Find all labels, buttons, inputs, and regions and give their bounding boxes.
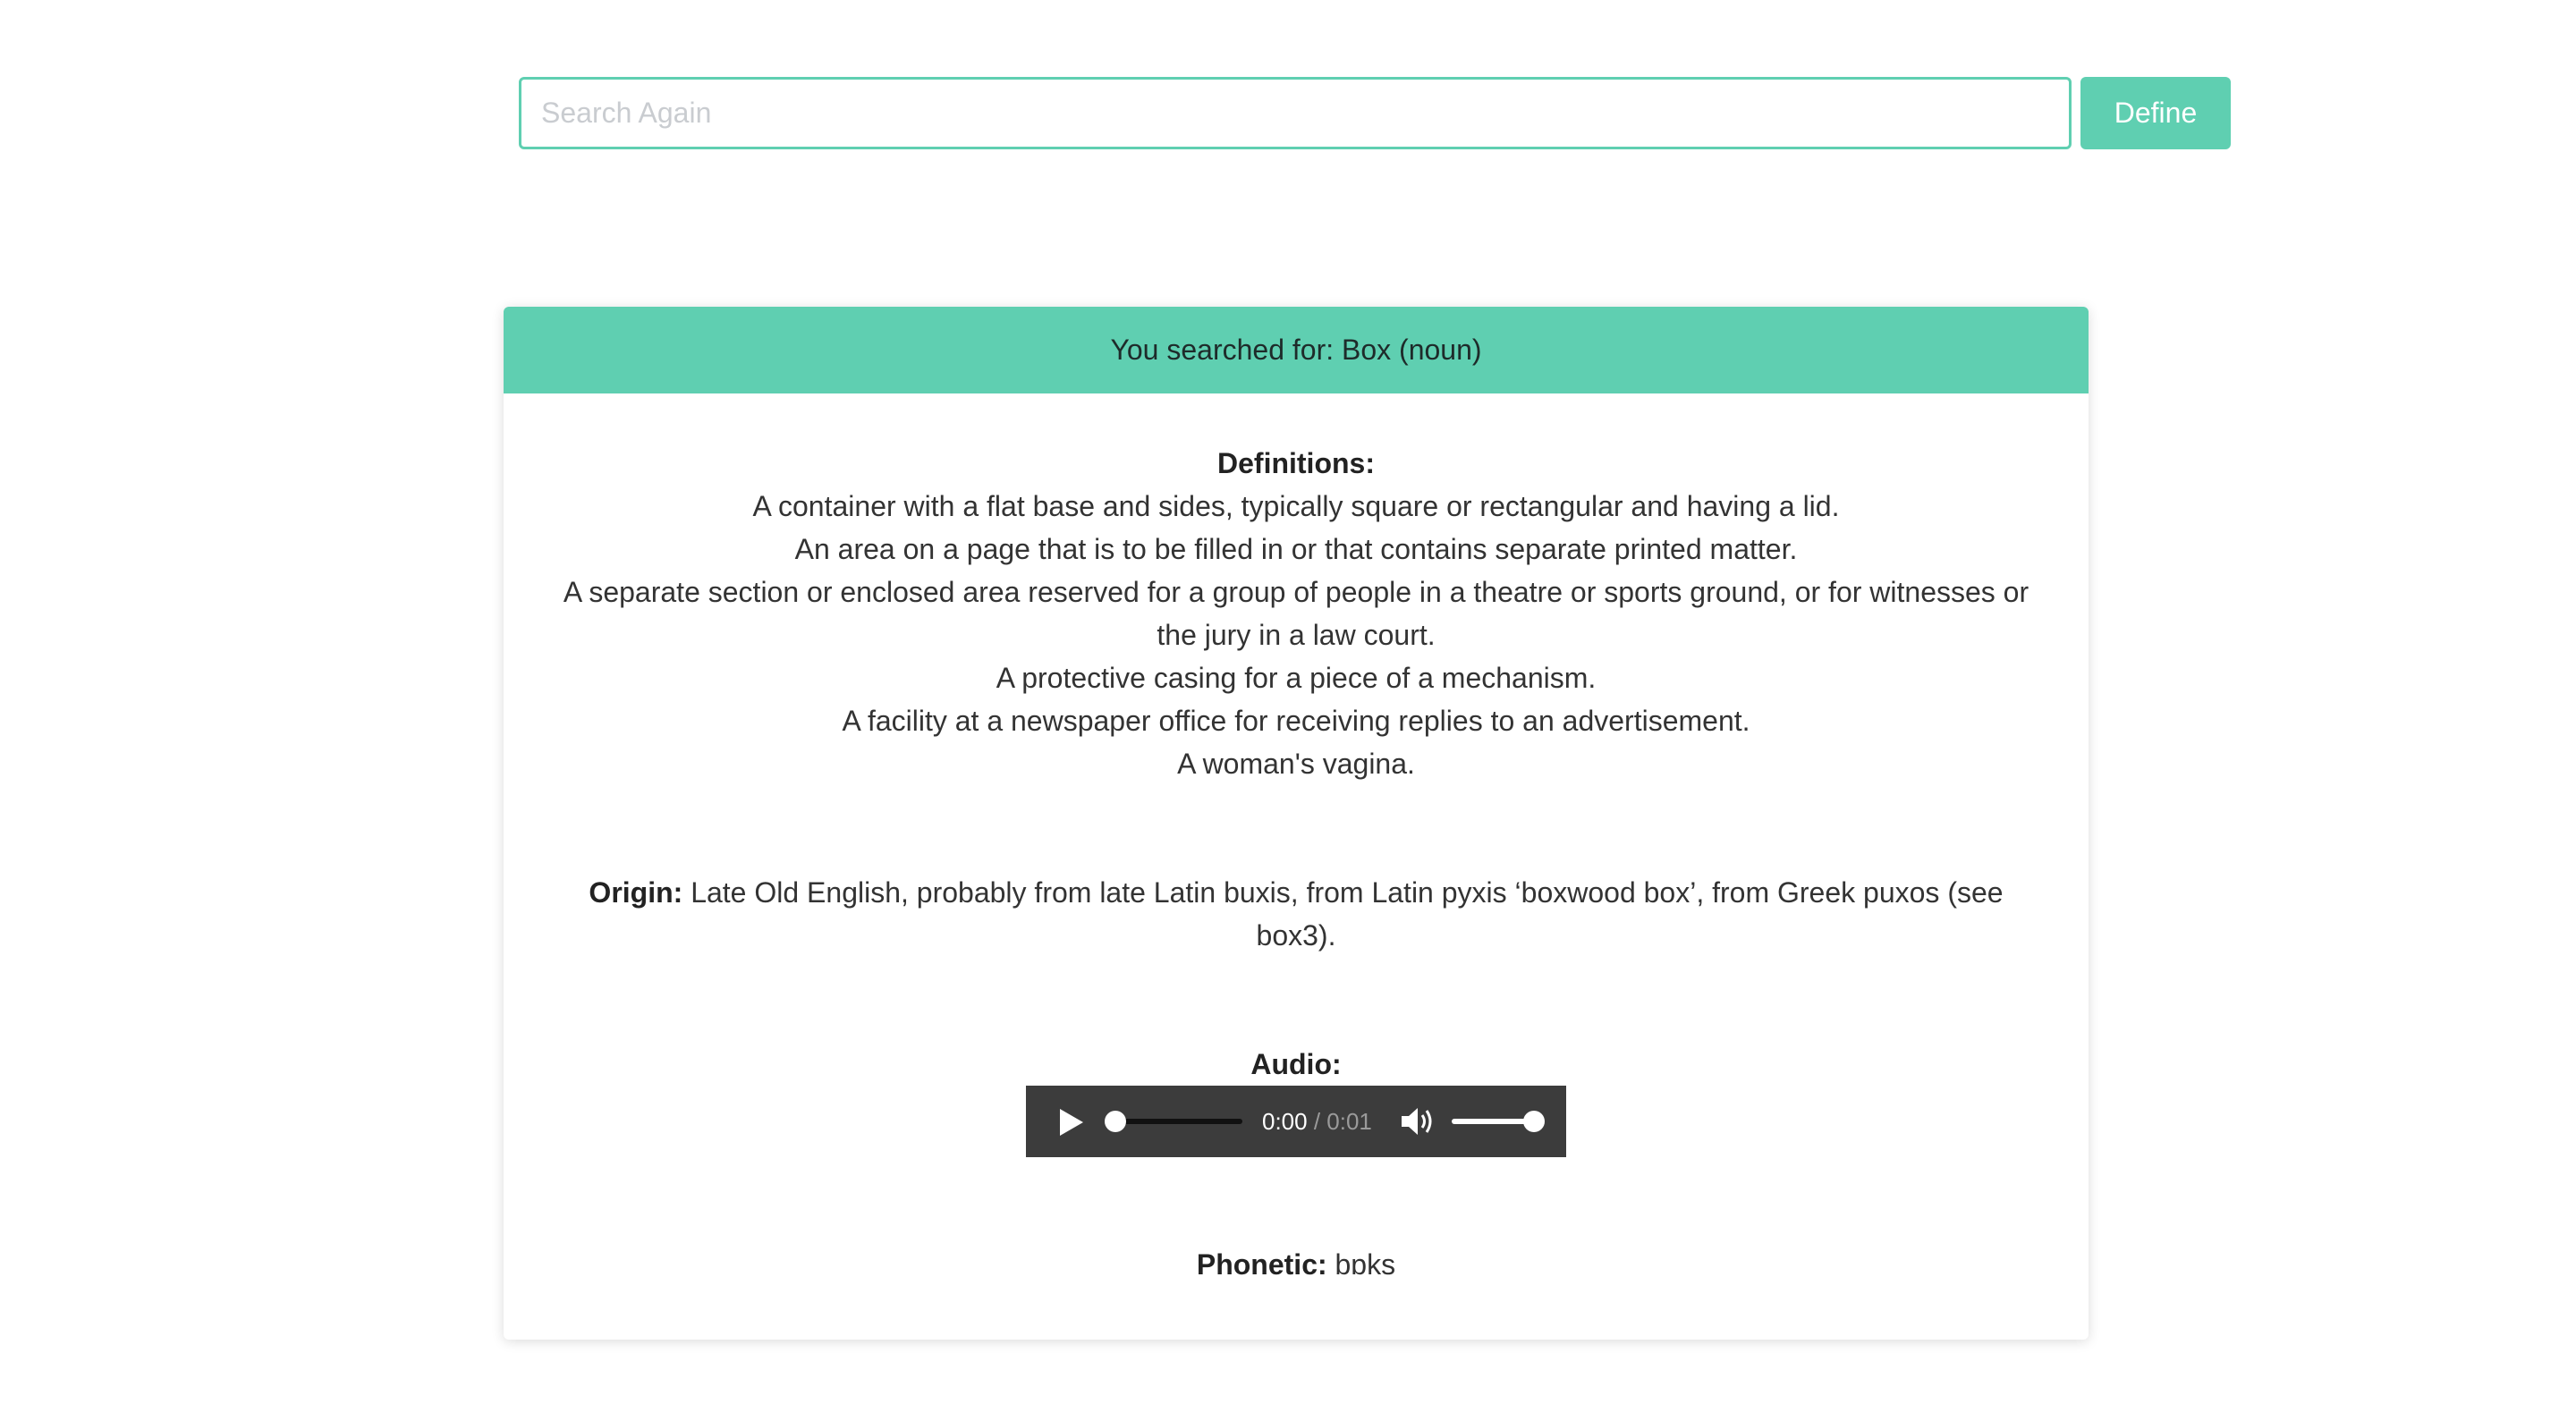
audio-section: Audio: 0:00 / 0:01 — [557, 1043, 2035, 1157]
origin-section: Origin: Late Old English, probably from … — [557, 871, 2035, 957]
phonetic-text: bɒks — [1335, 1248, 1396, 1281]
phonetic-section: Phonetic: bɒks — [557, 1243, 2035, 1286]
volume-icon[interactable] — [1400, 1105, 1436, 1138]
audio-player: 0:00 / 0:01 — [1026, 1086, 1566, 1157]
result-card: You searched for: Box (noun) Definitions… — [504, 307, 2089, 1340]
definition-item: A facility at a newspaper office for rec… — [842, 705, 1750, 737]
origin-text: Late Old English, probably from late Lat… — [691, 876, 2004, 952]
volume-slider[interactable] — [1452, 1111, 1545, 1132]
volume-thumb[interactable] — [1523, 1111, 1545, 1132]
definition-item: An area on a page that is to be filled i… — [794, 533, 1798, 565]
search-bar: Define — [519, 77, 2236, 149]
define-button[interactable]: Define — [2080, 77, 2231, 149]
definition-item: A protective casing for a piece of a mec… — [996, 662, 1597, 694]
audio-current-time: 0:00 — [1262, 1108, 1308, 1135]
origin-label: Origin: — [589, 876, 683, 909]
result-header: You searched for: Box (noun) — [504, 307, 2089, 393]
audio-total-time: / 0:01 — [1313, 1108, 1372, 1135]
search-input[interactable] — [519, 77, 2072, 149]
audio-label: Audio: — [1250, 1048, 1342, 1080]
definition-item: A separate section or enclosed area rese… — [563, 576, 2029, 651]
audio-time: 0:00 / 0:01 — [1262, 1105, 1372, 1138]
audio-progress-slider[interactable] — [1105, 1111, 1242, 1132]
definitions-label: Definitions: — [1217, 447, 1375, 479]
result-body: Definitions: A container with a flat bas… — [504, 442, 2089, 1286]
play-icon[interactable] — [1060, 1109, 1083, 1136]
definition-item: A container with a flat base and sides, … — [752, 490, 1840, 522]
phonetic-label: Phonetic: — [1196, 1248, 1327, 1281]
definition-item: A woman's vagina. — [1177, 748, 1415, 780]
audio-progress-thumb[interactable] — [1105, 1111, 1126, 1132]
definitions-section: Definitions: A container with a flat bas… — [557, 442, 2035, 785]
